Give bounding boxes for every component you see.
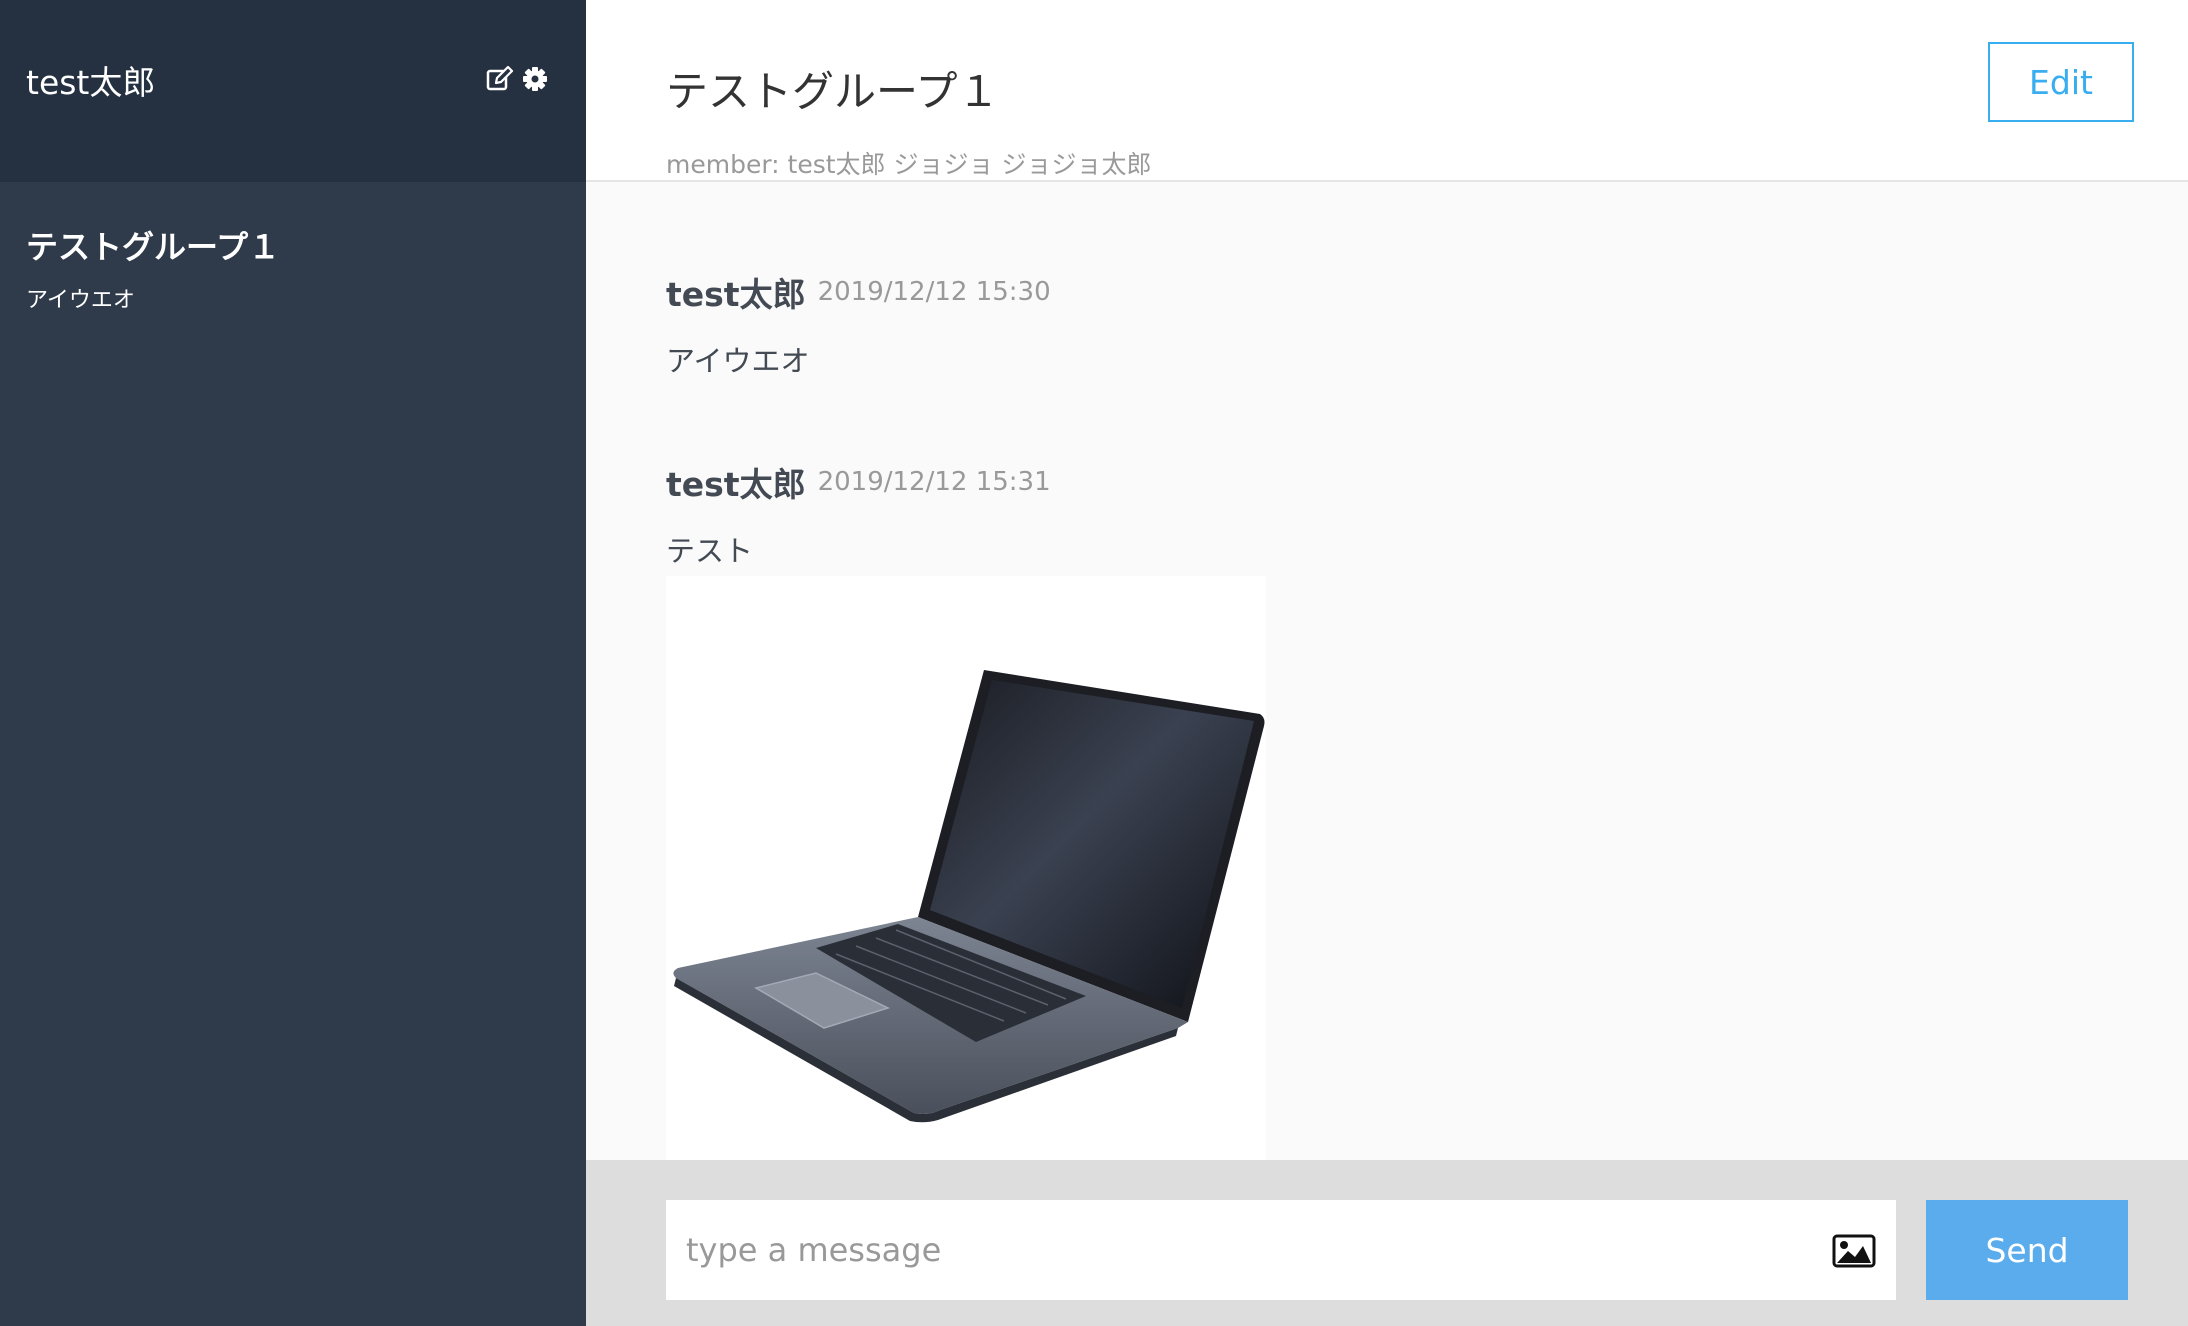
group-name: テストグループ１ <box>26 228 281 266</box>
sidebar: test太郎 テストグループ１ アイウエオ <box>0 0 586 1326</box>
message-item: test太郎 2019/12/12 15:30 アイウエオ <box>666 268 1051 380</box>
group-last-message: アイウエオ <box>26 288 135 313</box>
current-user-name: test太郎 <box>26 63 156 102</box>
message-input[interactable] <box>666 1200 1896 1300</box>
message-user: test太郎 <box>666 275 806 314</box>
message-meta: test太郎 2019/12/12 15:31 <box>666 458 1266 506</box>
message-date: 2019/12/12 15:30 <box>817 277 1051 307</box>
page-title: テストグループ１ <box>666 67 1000 116</box>
sidebar-header: test太郎 <box>0 0 586 182</box>
laptop-image <box>673 670 1265 1123</box>
message-date: 2019/12/12 15:31 <box>817 467 1051 497</box>
message-form: Send <box>586 1160 2188 1326</box>
message-list[interactable]: test太郎 2019/12/12 15:30 アイウエオ test太郎 201… <box>586 184 2188 1160</box>
main-header: テストグループ１ member: test太郎 ジョジョ ジョジョ太郎 Edit <box>586 0 2188 182</box>
sidebar-group-item[interactable]: テストグループ１ アイウエオ <box>26 222 566 314</box>
message-meta: test太郎 2019/12/12 15:30 <box>666 268 1051 316</box>
edit-button[interactable]: Edit <box>1988 42 2134 122</box>
message-user: test太郎 <box>666 465 806 504</box>
member-list: member: test太郎 ジョジョ ジョジョ太郎 <box>666 150 1152 179</box>
message-text: アイウエオ <box>666 344 810 378</box>
image-upload-icon[interactable] <box>1832 1234 1876 1268</box>
header-icons <box>486 66 548 92</box>
message-image <box>666 576 1266 1160</box>
message-item: test太郎 2019/12/12 15:31 テスト <box>666 458 1266 1160</box>
edit-icon[interactable] <box>486 66 514 92</box>
gear-icon[interactable] <box>522 66 548 92</box>
message-text: テスト <box>666 534 754 568</box>
send-button[interactable]: Send <box>1926 1200 2128 1300</box>
